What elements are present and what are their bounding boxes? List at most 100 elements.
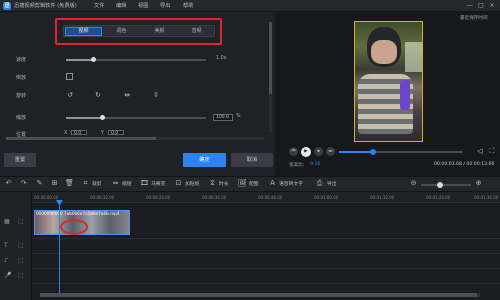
reverse-checkbox[interactable] — [66, 73, 73, 80]
music-track-lock-icon[interactable]: ⬚ — [18, 257, 26, 265]
play-button[interactable]: ▶ — [301, 146, 311, 157]
rotate-cw-icon[interactable]: ↻ — [94, 91, 102, 99]
menu-view[interactable]: 视图 — [138, 2, 148, 10]
voice-track-lock-icon[interactable]: ⬚ — [18, 272, 26, 280]
crop-button[interactable]: 裁剪 — [92, 180, 102, 187]
split-icon[interactable]: ⊞ — [50, 179, 59, 188]
sticker-button[interactable]: 加贴纸 — [185, 180, 199, 187]
edit-icon[interactable]: ✎ — [35, 179, 44, 188]
maximize-icon[interactable]: □ — [477, 2, 485, 10]
playhead[interactable] — [59, 203, 60, 293]
music-track-icon: ♪ — [4, 257, 8, 264]
reverse-label: 倒放 — [16, 75, 27, 81]
scale-slider-fill — [66, 117, 102, 119]
panel-horizontal-scrollbar[interactable] — [6, 137, 264, 140]
rotate-label: 旋转 — [16, 93, 27, 99]
text-track-icon: T — [4, 242, 8, 249]
app-title: 迅捷视频剪辑软件 (免费版) — [14, 3, 77, 9]
position-x-label: X — [64, 131, 68, 136]
reset-button[interactable]: 重置 — [4, 153, 36, 167]
zoom-slider-knob[interactable] — [437, 181, 443, 188]
panel-vertical-scrollbar[interactable] — [269, 22, 272, 132]
delete-icon[interactable]: 🗑 — [65, 179, 74, 188]
duration-icon[interactable]: ⧖ — [208, 179, 217, 188]
video-bg-light — [405, 42, 422, 72]
stop-icon[interactable]: ⏹ — [314, 147, 323, 156]
rotate-ccw-icon[interactable]: ↺ — [66, 91, 74, 99]
ok-button[interactable]: 确定 — [183, 153, 226, 167]
redo-icon[interactable]: ↷ — [19, 179, 28, 188]
last-saved-label: 最近保存时间 — [460, 16, 488, 21]
track-divider — [32, 253, 500, 254]
export-button[interactable]: 导出 — [327, 180, 337, 187]
video-person-face — [371, 40, 397, 64]
speed-slider-fill — [66, 59, 92, 61]
position-y-input[interactable]: 0.0 — [108, 130, 124, 136]
close-icon[interactable]: × — [488, 2, 496, 10]
aspect-ratio-label: 宽高比: — [289, 163, 305, 168]
scale-unit: % — [236, 114, 241, 119]
mosaic-icon[interactable]: 🎞 — [140, 179, 149, 188]
shorten-button[interactable]: 缩短 — [122, 180, 132, 187]
zoom-slider[interactable] — [421, 184, 471, 186]
speech-to-text-icon[interactable]: A — [268, 179, 277, 188]
speech-to-text-button[interactable]: 语音转文字 — [279, 180, 303, 187]
scale-input[interactable]: 100.0 — [213, 114, 233, 121]
volume-icon[interactable]: ◁ — [475, 146, 485, 156]
menu-help[interactable]: 帮助 — [183, 2, 193, 10]
speed-value: 1.0x — [216, 56, 227, 61]
zoom-out-icon[interactable]: ⊖ — [409, 179, 418, 188]
video-track-icon: ▦ — [4, 218, 10, 225]
ruler-tick: 00:01:00.00 — [314, 195, 339, 200]
scale-slider-knob[interactable] — [100, 115, 105, 120]
tab-beauty[interactable]: 美颜 — [141, 27, 178, 36]
export-icon[interactable]: ⎙ — [315, 179, 324, 188]
speed-label: 速度 — [16, 57, 27, 63]
app-logo-icon: 迅 — [3, 2, 11, 10]
undo-icon[interactable]: ↶ — [4, 179, 13, 188]
cancel-button[interactable]: 取消 — [231, 153, 273, 167]
playback-progress-knob[interactable] — [370, 148, 376, 155]
tab-video[interactable]: 视频 — [65, 27, 102, 36]
minimize-icon[interactable]: — — [466, 2, 474, 10]
clip-highlight — [60, 219, 88, 235]
video-preview[interactable] — [354, 21, 423, 142]
shorten-icon[interactable]: ⇔ — [111, 179, 120, 188]
ruler-tick: 00:00:12.00 — [90, 195, 115, 200]
image-icon[interactable]: 🖼 — [238, 179, 247, 188]
scale-label: 缩放 — [16, 115, 27, 121]
duration-button[interactable]: 时长 — [219, 180, 229, 187]
video-bottle — [400, 80, 410, 110]
menu-export[interactable]: 导出 — [160, 2, 170, 10]
ruler-tick: 00:00:48.00 — [258, 195, 283, 200]
playback-progress-fill — [339, 151, 372, 153]
aspect-ratio-value[interactable]: 9:16 — [310, 162, 320, 167]
sticker-icon[interactable]: ⊡ — [174, 179, 183, 188]
text-track-lock-icon[interactable]: ⬚ — [18, 242, 26, 250]
menu-edit[interactable]: 编辑 — [116, 2, 126, 10]
zoom-in-icon[interactable]: ⊕ — [474, 179, 483, 188]
mosaic-button[interactable]: 马赛克 — [151, 180, 165, 187]
position-x-input[interactable]: 0.0 — [71, 130, 87, 136]
ruler-tick: 00:00:36.00 — [202, 195, 227, 200]
menu-file[interactable]: 文件 — [94, 2, 104, 10]
timecode: 00:00:03.68 / 00:00:13.66 — [434, 162, 495, 167]
tab-color[interactable]: 调色 — [103, 27, 140, 36]
fullscreen-icon[interactable]: ⛶ — [487, 146, 497, 156]
ruler-tick: 00:00:00.00 — [34, 195, 59, 200]
video-track-lock-icon[interactable]: ⬚ — [18, 218, 26, 226]
next-frame-icon[interactable]: ⏭ — [326, 147, 335, 156]
prev-frame-icon[interactable]: ⏮ — [289, 147, 298, 156]
voice-track-icon: 🎤 — [4, 272, 12, 279]
flip-vertical-icon[interactable]: ⇳ — [152, 91, 160, 99]
timeline-scrollbar[interactable] — [40, 293, 480, 297]
tab-audio[interactable]: 音频 — [178, 27, 215, 36]
clip-title: 0000000000 7ab0b6e7a1b6e7a6b.mp4 — [36, 211, 120, 216]
image-button[interactable]: 配图 — [249, 180, 259, 187]
track-divider — [32, 268, 500, 269]
ruler-tick: 00:01:36.00 — [474, 195, 499, 200]
ruler-tick: 00:01:12.00 — [370, 195, 395, 200]
crop-icon[interactable]: ⌗ — [81, 179, 90, 188]
flip-horizontal-icon[interactable]: ⇹ — [123, 91, 131, 99]
speed-slider-knob[interactable] — [91, 57, 96, 62]
